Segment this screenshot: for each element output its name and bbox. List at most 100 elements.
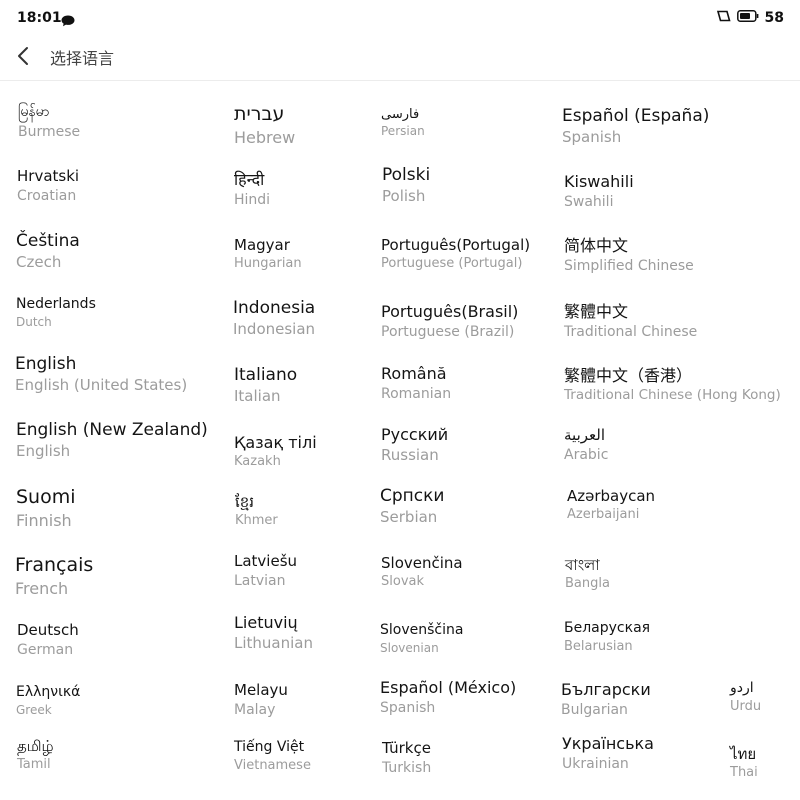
language-native-name: ไทย	[730, 745, 757, 763]
language-native-name: English (New Zealand)	[16, 420, 208, 440]
language-native-name: Français	[15, 554, 94, 576]
language-item-czech[interactable]: Čeština Czech	[16, 231, 80, 273]
language-native-name: Latviešu	[234, 552, 298, 570]
language-item-german[interactable]: Deutsch German	[17, 621, 79, 659]
language-english-name: English (United States)	[15, 376, 188, 395]
language-native-name: Deutsch	[17, 621, 79, 639]
language-item-traditional-chinese-hk[interactable]: 繁體中文（香港） Traditional Chinese (Hong Kong)	[564, 366, 781, 405]
language-english-name: Tamil	[17, 756, 51, 772]
language-item-slovenian[interactable]: Slovenščina Slovenian	[380, 622, 463, 656]
language-english-name: Kazakh	[234, 454, 281, 469]
page-title: 选择语言	[50, 49, 115, 68]
language-item-malay[interactable]: Melayu Malay	[234, 681, 288, 719]
language-item-urdu[interactable]: اردو Urdu	[730, 680, 761, 715]
language-native-name: עברית	[234, 103, 285, 125]
language-native-name: Português(Portugal)	[381, 236, 531, 254]
language-item-french[interactable]: Français French	[15, 554, 93, 600]
language-native-name: اردو	[730, 680, 754, 696]
language-item-portuguese-brazil[interactable]: Português(Brasil) Portuguese (Brazil)	[381, 302, 518, 341]
language-item-dutch[interactable]: Nederlands Dutch	[16, 296, 96, 330]
language-english-name: Czech	[16, 253, 62, 272]
language-native-name: Українська	[562, 734, 654, 753]
language-english-name: Turkish	[382, 759, 432, 776]
language-english-name: Burmese	[18, 123, 81, 140]
language-item-kazakh[interactable]: Қазақ тілі Kazakh	[234, 433, 317, 471]
language-item-italian[interactable]: Italiano Italian	[234, 365, 297, 407]
status-time: 18:01	[17, 10, 62, 26]
language-item-khmer[interactable]: ខ្មែរ Khmer	[235, 493, 278, 530]
language-native-name: العربية	[564, 426, 605, 444]
language-item-bulgarian[interactable]: Български Bulgarian	[561, 680, 651, 719]
language-item-greek[interactable]: Ελληνικά Greek	[16, 684, 80, 718]
language-native-name: বাংলা	[565, 556, 600, 574]
battery-level: 58	[764, 10, 784, 26]
language-item-traditional-chinese[interactable]: 繁體中文 Traditional Chinese	[564, 302, 697, 341]
language-english-name: Ukrainian	[562, 756, 629, 772]
language-item-spanish-mexico[interactable]: Español (México) Spanish	[380, 678, 516, 717]
language-item-hebrew[interactable]: עברית Hebrew	[234, 103, 295, 149]
language-item-russian[interactable]: Русский Russian	[381, 425, 448, 466]
language-item-hindi[interactable]: हिन्दी Hindi	[234, 170, 270, 209]
header-bar: 选择语言	[0, 38, 800, 81]
language-item-portuguese-portugal[interactable]: Português(Portugal) Portuguese (Portugal…	[381, 236, 530, 273]
language-item-spanish-spain[interactable]: Español (España) Spanish	[562, 106, 709, 148]
language-native-name: Melayu	[234, 681, 288, 699]
language-item-lithuanian[interactable]: Lietuvių Lithuanian	[234, 613, 313, 654]
language-item-turkish[interactable]: Türkçe Turkish	[382, 739, 431, 777]
language-native-name: Azərbaycan	[567, 487, 656, 505]
language-english-name: English	[16, 442, 71, 461]
language-english-name: Traditional Chinese (Hong Kong)	[564, 387, 781, 403]
language-english-name: Romanian	[381, 386, 452, 402]
language-native-name: Русский	[381, 425, 449, 444]
screen-rotation-icon	[716, 10, 731, 26]
language-native-name: Қазақ тілі	[234, 433, 317, 452]
language-native-name: Türkçe	[382, 739, 431, 757]
language-item-polish[interactable]: Polski Polish	[382, 165, 430, 207]
language-english-name: Hebrew	[234, 127, 296, 147]
language-english-name: French	[15, 578, 69, 598]
language-native-name: Slovenčina	[381, 554, 463, 572]
language-english-name: Traditional Chinese	[564, 324, 698, 340]
language-item-arabic[interactable]: العربية Arabic	[564, 426, 608, 464]
language-native-name: Polski	[382, 165, 431, 185]
language-native-name: Ελληνικά	[16, 684, 81, 700]
language-english-name: Azerbaijani	[567, 506, 640, 522]
language-item-thai[interactable]: ไทย Thai	[730, 745, 758, 782]
language-english-name: Thai	[730, 764, 758, 780]
language-item-latvian[interactable]: Latviešu Latvian	[234, 552, 297, 590]
language-item-finnish[interactable]: Suomi Finnish	[16, 486, 76, 532]
language-item-simplified-chinese[interactable]: 简体中文 Simplified Chinese	[564, 236, 694, 275]
back-button[interactable]	[10, 42, 38, 70]
language-item-english-us[interactable]: English English (United States)	[15, 354, 187, 396]
language-english-name: Urdu	[730, 698, 762, 714]
language-native-name: Indonesia	[233, 298, 316, 318]
language-item-bangla[interactable]: বাংলা Bangla	[565, 556, 610, 593]
language-item-azerbaijani[interactable]: Azərbaycan Azerbaijani	[567, 487, 655, 524]
language-native-name: Slovenščina	[380, 622, 464, 638]
language-item-persian[interactable]: فارسی Persian	[381, 107, 425, 140]
language-item-tamil[interactable]: தமிழ் Tamil	[17, 737, 54, 774]
language-item-english-nz[interactable]: English (New Zealand) English	[16, 420, 208, 462]
language-english-name: Persian	[381, 124, 425, 139]
language-item-hungarian[interactable]: Magyar Hungarian	[234, 236, 302, 273]
language-english-name: Portuguese (Brazil)	[381, 324, 515, 340]
language-item-belarusian[interactable]: Беларуская Belarusian	[564, 620, 650, 655]
language-native-name: Italiano	[234, 365, 298, 385]
language-item-serbian[interactable]: Српски Serbian	[380, 486, 444, 528]
language-native-name: Español (España)	[562, 106, 710, 126]
language-item-swahili[interactable]: Kiswahili Swahili	[564, 172, 634, 211]
language-item-croatian[interactable]: Hrvatski Croatian	[17, 167, 79, 205]
language-english-name: Spanish	[380, 700, 436, 716]
language-item-romanian[interactable]: Română Romanian	[381, 364, 451, 403]
language-native-name: हिन्दी	[234, 170, 265, 189]
status-bar: 18:01 58	[0, 0, 800, 38]
language-english-name: Malay	[234, 701, 276, 718]
language-english-name: Spanish	[562, 128, 622, 147]
language-item-burmese[interactable]: မြန်မာ Burmese	[18, 104, 80, 141]
language-english-name: Polish	[382, 187, 426, 206]
language-item-vietnamese[interactable]: Tiếng Việt Vietnamese	[234, 739, 311, 774]
language-native-name: Lietuvių	[234, 613, 298, 632]
language-item-indonesian[interactable]: Indonesia Indonesian	[233, 298, 315, 340]
language-item-slovak[interactable]: Slovenčina Slovak	[381, 554, 463, 591]
language-item-ukrainian[interactable]: Українська Ukrainian	[562, 734, 654, 773]
